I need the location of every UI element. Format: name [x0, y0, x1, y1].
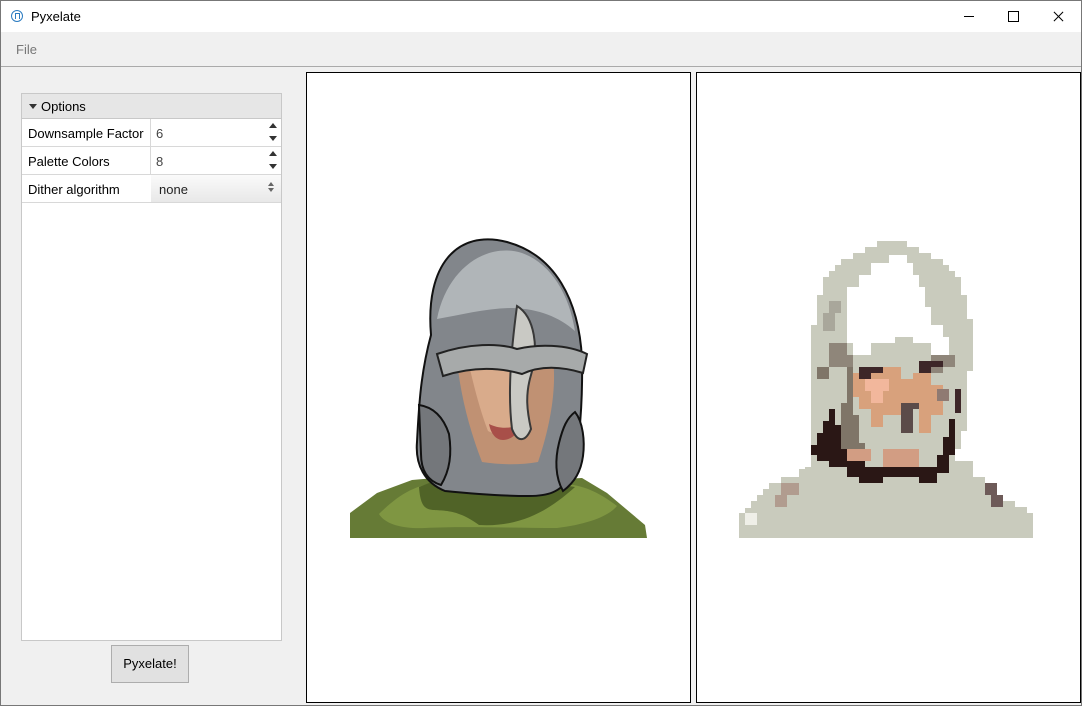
- options-title: Options: [41, 99, 86, 114]
- pixelated-image-panel: [696, 72, 1081, 703]
- spin-down-icon[interactable]: [269, 164, 277, 169]
- spin-up-icon[interactable]: [269, 123, 277, 128]
- app-window: Pyxelate File Options Downsample Factor …: [0, 0, 1082, 706]
- minimize-button[interactable]: [945, 1, 991, 32]
- pyxelate-app-icon: [11, 10, 23, 22]
- spin-up-icon[interactable]: [269, 151, 277, 156]
- downsample-factor-label: Downsample Factor: [28, 126, 144, 141]
- menu-file[interactable]: File: [16, 42, 37, 57]
- row-divider: [150, 119, 151, 146]
- spin-down-icon[interactable]: [269, 136, 277, 141]
- window-title: Pyxelate: [31, 9, 81, 24]
- maximize-button[interactable]: [990, 1, 1036, 32]
- dither-algorithm-select[interactable]: none: [151, 175, 281, 202]
- triangle-down-icon[interactable]: [29, 104, 37, 109]
- title-bar[interactable]: Pyxelate: [1, 1, 1081, 32]
- row-divider: [150, 147, 151, 174]
- close-button[interactable]: [1035, 1, 1081, 32]
- downsample-factor-input[interactable]: 6: [156, 126, 163, 141]
- original-knight-image: [350, 238, 647, 538]
- pixelated-knight-image: [739, 241, 1033, 538]
- dither-algorithm-row: Dither algorithm none: [22, 175, 281, 203]
- main-content: Options Downsample Factor 6 Palette Colo…: [1, 67, 1081, 705]
- select-arrows-icon: [268, 182, 276, 194]
- pyxelate-button[interactable]: Pyxelate!: [111, 645, 189, 683]
- options-header[interactable]: Options: [22, 94, 281, 119]
- dither-algorithm-label: Dither algorithm: [28, 182, 120, 197]
- menu-bar: File: [1, 32, 1081, 67]
- palette-colors-label: Palette Colors: [28, 154, 110, 169]
- downsample-factor-row: Downsample Factor 6: [22, 119, 281, 147]
- palette-colors-input[interactable]: 8: [156, 154, 163, 169]
- dither-algorithm-value: none: [159, 182, 188, 197]
- original-image-panel: [306, 72, 691, 703]
- spinbox-arrows-icon[interactable]: [267, 149, 279, 172]
- palette-colors-row: Palette Colors 8: [22, 147, 281, 175]
- options-panel: Options Downsample Factor 6 Palette Colo…: [21, 93, 282, 641]
- spinbox-arrows-icon[interactable]: [267, 121, 279, 144]
